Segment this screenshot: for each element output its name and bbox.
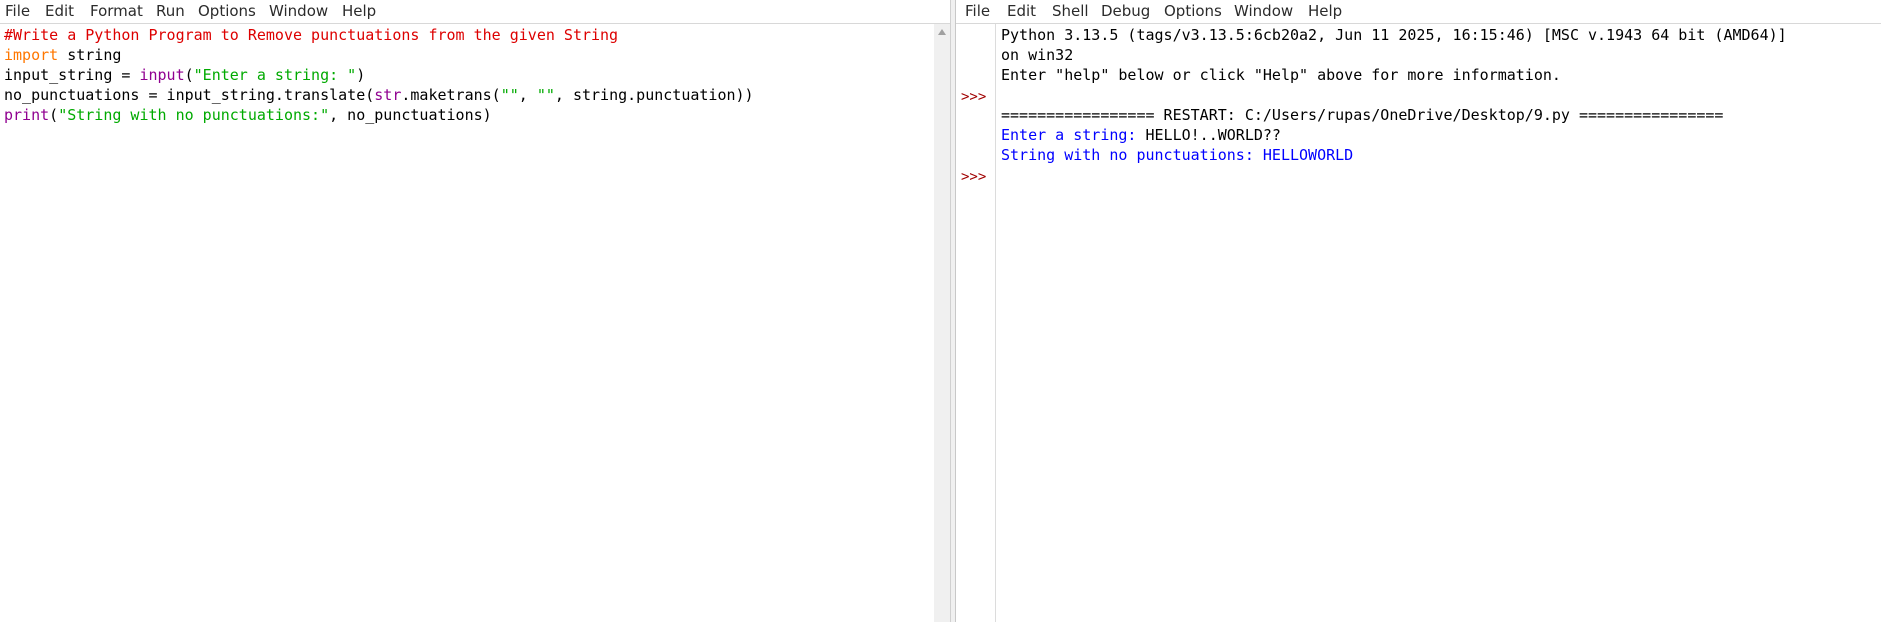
code-comment: #Write a Python Program to Remove punctu…: [4, 26, 619, 44]
code-text: .maketrans(: [401, 86, 501, 104]
code-text: input_string =: [4, 66, 140, 84]
code-builtin: print: [4, 106, 50, 124]
shell-prompt-sidebar: >>> >>>: [956, 24, 996, 622]
code-keyword: import: [4, 46, 59, 64]
code-text: string: [58, 46, 122, 64]
shell-text-area[interactable]: Python 3.13.5 (tags/v3.13.5:6cb20a2, Jun…: [1001, 25, 1876, 169]
shell-output-line: String with no punctuations: HELLOWORLD: [1001, 146, 1354, 164]
code-string: "String with no punctuations:": [58, 106, 330, 124]
shell-user-input: HELLO!..WORLD??: [1145, 126, 1281, 144]
editor-menu-file[interactable]: File: [5, 0, 30, 23]
code-text: , no_punctuations): [329, 106, 492, 124]
editor-menu-edit[interactable]: Edit: [45, 0, 74, 23]
shell-menu-debug[interactable]: Debug: [1101, 0, 1150, 23]
shell-menu-file[interactable]: File: [965, 0, 990, 23]
shell-banner-line: Python 3.13.5 (tags/v3.13.5:6cb20a2, Jun…: [1001, 26, 1787, 44]
code-builtin: input: [139, 66, 185, 84]
code-line-5: print("String with no punctuations:", no…: [4, 105, 492, 125]
shell-output-line: Enter a string: HELLO!..WORLD??: [1001, 125, 1281, 145]
code-string: "Enter a string: ": [193, 66, 357, 84]
code-text: no_punctuations = input_string.translate…: [4, 86, 375, 104]
editor-vertical-scrollbar[interactable]: [934, 24, 950, 622]
code-line-1: #Write a Python Program to Remove punctu…: [4, 25, 618, 45]
shell-menu-window[interactable]: Window: [1234, 0, 1293, 23]
code-builtin: str: [374, 86, 402, 104]
editor-window: File Edit Format Run Options Window Help…: [0, 0, 950, 622]
code-text: ,: [518, 86, 537, 104]
code-text: ): [356, 66, 366, 84]
editor-menu-format[interactable]: Format: [90, 0, 143, 23]
code-text: , string.punctuation)): [554, 86, 754, 104]
shell-window: File Edit Shell Debug Options Window Hel…: [956, 0, 1881, 622]
code-line-2: import string: [4, 45, 121, 65]
code-text: (: [184, 66, 194, 84]
editor-text-area[interactable]: #Write a Python Program to Remove punctu…: [4, 25, 929, 151]
shell-prompt-marker: >>>: [961, 169, 987, 185]
code-string: "": [536, 86, 555, 104]
editor-menu-options[interactable]: Options: [198, 0, 256, 23]
shell-menubar: File Edit Shell Debug Options Window Hel…: [956, 0, 1881, 24]
code-line-3: input_string = input("Enter a string: "): [4, 65, 365, 85]
code-line-4: no_punctuations = input_string.translate…: [4, 85, 754, 105]
scroll-up-arrow-icon[interactable]: [938, 29, 946, 35]
shell-banner-line: on win32: [1001, 46, 1074, 64]
shell-menu-edit[interactable]: Edit: [1007, 0, 1036, 23]
shell-menu-help[interactable]: Help: [1308, 0, 1342, 23]
editor-menu-window[interactable]: Window: [269, 0, 328, 23]
code-string: "": [500, 86, 519, 104]
shell-menu-options[interactable]: Options: [1164, 0, 1222, 23]
editor-menu-run[interactable]: Run: [156, 0, 185, 23]
shell-restart-line: ================= RESTART: C:/Users/rupa…: [1001, 106, 1724, 124]
editor-menubar: File Edit Format Run Options Window Help: [0, 0, 950, 24]
shell-output-text: Enter a string:: [1001, 126, 1146, 144]
shell-menu-shell[interactable]: Shell: [1052, 0, 1089, 23]
shell-prompt-marker: >>>: [961, 89, 987, 105]
shell-banner-line: Enter "help" below or click "Help" above…: [1001, 66, 1561, 84]
editor-menu-help[interactable]: Help: [342, 0, 376, 23]
code-text: (: [49, 106, 59, 124]
